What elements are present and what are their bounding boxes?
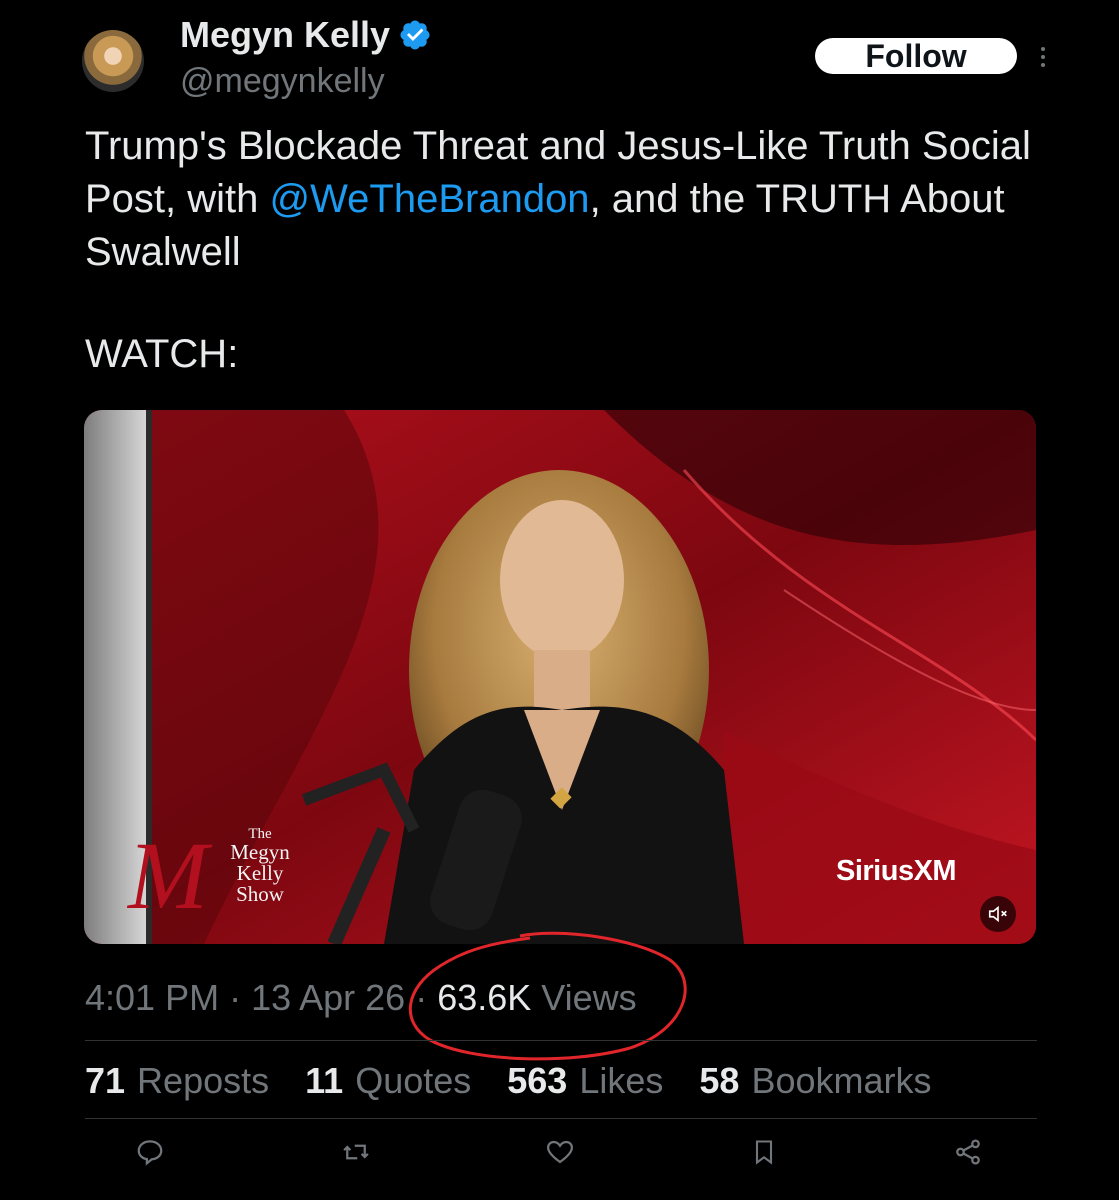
quotes-stat[interactable]: 11 Quotes xyxy=(305,1060,471,1102)
bookmark-icon[interactable] xyxy=(746,1134,782,1170)
network-logo: SiriusXM xyxy=(836,855,957,887)
verified-badge-icon xyxy=(398,18,432,52)
divider xyxy=(85,1040,1037,1041)
mute-button[interactable] xyxy=(980,896,1016,932)
reply-icon[interactable] xyxy=(132,1134,168,1170)
engagement-stats: 71 Reposts 11 Quotes 563 Likes 58 Bookmarks xyxy=(85,1060,968,1102)
bookmarks-count: 58 xyxy=(699,1060,740,1101)
heart-icon[interactable] xyxy=(542,1134,578,1170)
author-name[interactable]: Megyn Kelly xyxy=(180,14,432,56)
repost-icon[interactable] xyxy=(338,1134,374,1170)
mention-link[interactable]: @WeTheBrandon xyxy=(270,177,590,221)
display-name[interactable]: Megyn Kelly xyxy=(180,14,390,56)
reposts-stat[interactable]: 71 Reposts xyxy=(85,1060,269,1102)
tweet-date[interactable]: 13 Apr 26 xyxy=(251,977,405,1018)
separator: · xyxy=(219,977,252,1018)
reposts-label: Reposts xyxy=(137,1060,270,1101)
more-options-icon[interactable] xyxy=(1036,44,1050,70)
quotes-label: Quotes xyxy=(355,1060,472,1101)
tweet-text: Trump's Blockade Threat and Jesus-Like T… xyxy=(85,120,1085,279)
tweet-meta: 4:01 PM · 13 Apr 26 · 63.6K Views xyxy=(85,977,637,1019)
reposts-count: 71 xyxy=(85,1060,126,1101)
share-icon[interactable] xyxy=(950,1134,986,1170)
author-handle[interactable]: @megynkelly xyxy=(180,62,385,101)
likes-stat[interactable]: 563 Likes xyxy=(507,1060,663,1102)
divider xyxy=(85,1118,1037,1119)
show-logo-show: Show xyxy=(236,882,284,906)
watch-label: WATCH: xyxy=(85,332,239,376)
views-label: Views xyxy=(531,977,637,1018)
follow-button[interactable]: Follow xyxy=(815,38,1017,74)
avatar[interactable] xyxy=(82,30,144,92)
bookmarks-stat[interactable]: 58 Bookmarks xyxy=(699,1060,931,1102)
show-logo-kelly: Kelly xyxy=(236,861,284,885)
muted-speaker-icon xyxy=(988,905,1007,923)
show-logo-m: M xyxy=(128,822,208,929)
likes-label: Likes xyxy=(579,1060,664,1101)
show-logo: The Megyn Kelly Show xyxy=(200,826,320,905)
views-count[interactable]: 63.6K xyxy=(437,977,531,1018)
tweet-time[interactable]: 4:01 PM xyxy=(85,977,219,1018)
likes-count: 563 xyxy=(507,1060,568,1101)
bookmarks-label: Bookmarks xyxy=(751,1060,932,1101)
show-logo-megyn: Megyn xyxy=(230,840,290,864)
quotes-count: 11 xyxy=(305,1060,344,1101)
separator: · xyxy=(405,977,438,1018)
